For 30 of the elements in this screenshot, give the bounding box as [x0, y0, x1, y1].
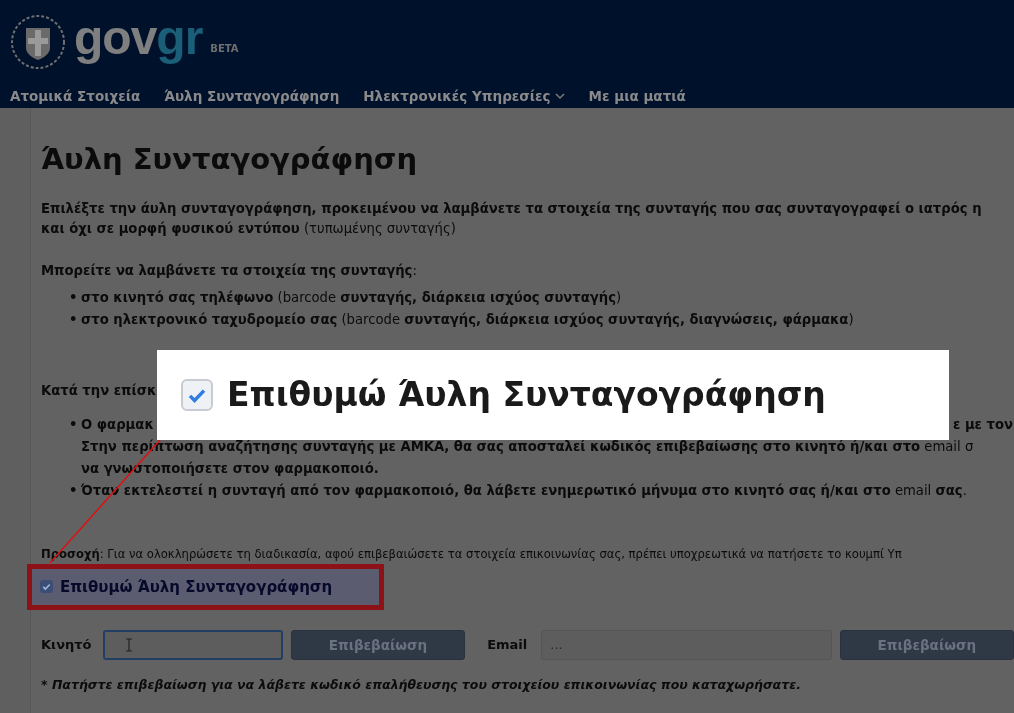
- nav-link[interactable]: Άυλη Συνταγογράφηση: [164, 86, 340, 107]
- logo-text: gr: [156, 14, 203, 62]
- bullet: •: [69, 481, 79, 500]
- checkbox[interactable]: [40, 580, 53, 594]
- list-text: Ο φαρμακ: [81, 415, 154, 434]
- list-item: στο ηλεκτρονικό ταχυδρομείο σας (barcode συνταγής, διάρκεια ισχύος συνταγής, διαγνώσεις, φάρμακα): [81, 310, 854, 329]
- logo-text: gov: [74, 14, 157, 62]
- field-label: Κινητό: [41, 636, 93, 655]
- list-item: στο κινητό σας τηλέφωνο (barcode συνταγής, διάρκεια ισχύος συνταγής): [81, 288, 622, 307]
- bullet: •: [69, 288, 79, 307]
- nav-link[interactable]: Ηλεκτρονικές Υπηρεσίες: [363, 86, 565, 107]
- checkbox-label: Επιθυμώ Άυλη Συνταγογράφηση: [60, 576, 333, 598]
- section-heading: Μπορείτε να λαμβάνετε τα στοιχεία της συνταγής:: [41, 261, 418, 280]
- intro-text: και όχι σε μορφή φυσικού εντύπου (τυπωμένης συνταγής): [41, 219, 457, 238]
- list-text: ε με τον: [952, 415, 1013, 434]
- nav-link[interactable]: Ατομικά Στοιχεία: [10, 86, 141, 107]
- field-label: Email: [487, 636, 529, 655]
- section-heading: Κατά την επίσκ: [41, 381, 157, 400]
- emblem-icon: [10, 14, 66, 70]
- bullet: •: [69, 415, 79, 434]
- footnote-text: * Πατήστε επιβεβαίωση για να λάβετε κωδικό επαλήθευσης του στοιχείου επικοινωνίας που καταχωρήσατε.: [41, 675, 802, 694]
- checkbox-row[interactable]: Επιθυμώ Άυλη Συνταγογράφηση: [32, 568, 379, 605]
- bullet: •: [69, 310, 79, 329]
- email-field[interactable]: ...: [541, 629, 832, 660]
- nav-link[interactable]: Με μια ματιά: [588, 86, 686, 107]
- phone-field[interactable]: [102, 629, 283, 660]
- beta-label: BETA: [210, 41, 239, 56]
- intro-text: Επιλέξτε την άυλη συνταγογράφηση, προκειμένου να λαμβάνετε τα στοιχεία της συνταγής που σας συνταγογραφεί ο ιατρός η: [41, 199, 983, 218]
- callout-label: Επιθυμώ Άυλη Συνταγογράφηση: [227, 374, 826, 417]
- page-title: Άυλη Συνταγογράφηση: [41, 142, 419, 177]
